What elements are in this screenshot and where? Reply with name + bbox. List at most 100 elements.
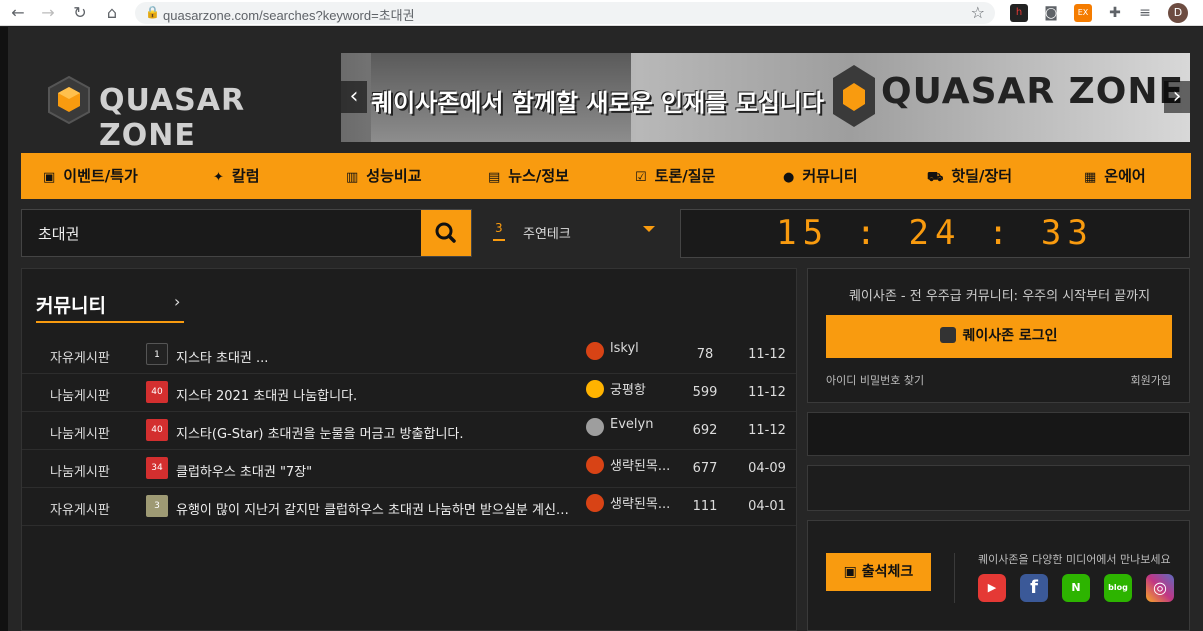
nav-item-news[interactable]: ▤ 뉴스/정보 <box>488 153 569 199</box>
rank-keyword: 주연테크 <box>523 227 571 242</box>
extension-ex-icon[interactable]: EX <box>1074 4 1092 22</box>
facebook-icon[interactable]: f <box>1020 574 1048 602</box>
author-nick[interactable]: lskyl <box>610 341 672 356</box>
post-date: 11-12 <box>748 423 786 438</box>
banner-prev-icon[interactable]: ‹ <box>341 81 367 113</box>
user-avatar-icon <box>586 418 604 436</box>
chevron-down-icon[interactable] <box>643 226 655 232</box>
board-name[interactable]: 자유게시판 <box>50 347 110 366</box>
news-icon: ▤ <box>488 170 501 185</box>
login-description: 퀘이사존 - 전 우주급 커뮤니티: 우주의 시작부터 끝까지 <box>848 289 1151 304</box>
check-chat-icon: ☑ <box>635 170 647 185</box>
nav-item-discussion[interactable]: ☑ 토론/질문 <box>635 153 715 199</box>
find-account-link[interactable]: 아이디 비밀번호 찾기 <box>826 372 924 388</box>
divider <box>954 553 955 603</box>
site-search <box>21 209 472 257</box>
nav-label: 토론/질문 <box>654 167 716 185</box>
bookmark-star-icon[interactable]: ☆ <box>971 3 985 22</box>
nav-item-benchmark[interactable]: ▥ 성능비교 <box>346 153 422 199</box>
search-input[interactable] <box>22 210 422 256</box>
nav-label: 뉴스/정보 <box>508 167 569 185</box>
view-count: 78 <box>696 347 714 362</box>
board-name[interactable]: 나눔게시판 <box>50 423 110 442</box>
nav-item-hotdeal[interactable]: ⛟ 핫딜/장터 <box>927 153 1012 199</box>
nav-item-onair[interactable]: ▦ 온에어 <box>1084 153 1146 199</box>
board-name[interactable]: 나눔게시판 <box>50 461 110 480</box>
table-row[interactable]: 나눔게시판 34 클럽하우스 초대권 "7장" 생략된목... 677 04-0… <box>22 450 796 488</box>
board-name[interactable]: 나눔게시판 <box>50 385 110 404</box>
extension-h-icon[interactable]: h <box>1010 4 1028 22</box>
search-button[interactable] <box>421 210 471 256</box>
table-row[interactable]: 자유게시판 1 지스타 초대권 ... lskyl 78 11-12 <box>22 336 796 374</box>
join-link[interactable]: 회원가입 <box>1131 372 1171 388</box>
table-row[interactable]: 나눔게시판 40 지스타(G-Star) 초대권을 눈물을 머금고 방출합니다.… <box>22 412 796 450</box>
banner-hex-icon <box>833 65 875 127</box>
attendance-box: ▣ 출석체크 퀘이사존을 다양한 미디어에서 만나보세요 ▶ f N blog … <box>807 520 1190 631</box>
satellite-icon: ✦ <box>213 170 224 185</box>
chart-icon: ▥ <box>346 170 359 185</box>
ad-slot <box>807 412 1190 456</box>
forward-arrow-icon[interactable]: → <box>38 3 58 23</box>
puzzle-icon[interactable]: ✚ <box>1106 4 1124 22</box>
community-results: 커뮤니티 › 자유게시판 1 지스타 초대권 ... lskyl 78 11-1… <box>21 268 797 631</box>
view-count: 677 <box>692 461 718 476</box>
post-date: 04-01 <box>748 499 786 514</box>
login-box: 퀘이사존 - 전 우주급 커뮤니티: 우주의 시작부터 끝까지 퀘이사존 로그인… <box>807 268 1190 403</box>
nav-label: 온에어 <box>1104 167 1146 185</box>
attendance-button[interactable]: ▣ 출석체크 <box>826 553 931 591</box>
login-button[interactable]: 퀘이사존 로그인 <box>826 315 1172 358</box>
browser-toolbar: ← → ↻ ⌂ 🔒 quasarzone.com/searches?keywor… <box>0 0 1203 26</box>
nav-item-events[interactable]: ▣ 이벤트/특가 <box>43 153 138 199</box>
author-nick[interactable]: 생략된목... <box>610 493 672 512</box>
table-row[interactable]: 나눔게시판 40 지스타 2021 초대권 나눔합니다. 궁평항 599 11-… <box>22 374 796 412</box>
url-text: quasarzone.com/searches?keyword=초대권 <box>163 8 415 23</box>
rank-number: 3 <box>493 221 505 241</box>
home-icon[interactable]: ⌂ <box>102 3 122 23</box>
lock-icon: 🔒 <box>145 5 160 19</box>
blog-icon[interactable]: blog <box>1104 574 1132 602</box>
back-arrow-icon[interactable]: ← <box>8 3 28 23</box>
left-edge <box>0 27 8 631</box>
view-count: 692 <box>692 423 718 438</box>
nav-item-column[interactable]: ✦ 칼럼 <box>213 153 260 199</box>
media-description: 퀘이사존을 다양한 미디어에서 만나보세요 <box>978 553 1171 566</box>
naver-post-icon[interactable]: N <box>1062 574 1090 602</box>
chevron-right-icon[interactable]: › <box>174 292 180 311</box>
instagram-icon[interactable]: ◎ <box>1146 574 1174 602</box>
table-row[interactable]: 자유게시판 3 유행이 많이 지난거 같지만 클럽하우스 초대권 나눔하면 받으… <box>22 488 796 526</box>
logo-text: QUASAR ZONE <box>99 83 246 153</box>
main-nav: ▣ 이벤트/특가 ✦ 칼럼 ▥ 성능비교 ▤ 뉴스/정보 ☑ 토론/질문 ● 커뮤니티 ⛟ 핫… <box>21 153 1191 199</box>
post-title[interactable]: 유행이 많이 지난거 같지만 클럽하우스 초대권 나눔하면 받으실분 계신가요? <box>176 499 576 518</box>
level-badge: 34 <box>146 457 168 479</box>
gift-icon: ▣ <box>43 170 56 185</box>
banner-next-icon[interactable]: › <box>1164 81 1190 113</box>
post-title[interactable]: 지스타 2021 초대권 나눔합니다. <box>176 385 576 404</box>
board-name[interactable]: 자유게시판 <box>50 499 110 518</box>
user-avatar-icon <box>586 380 604 398</box>
level-badge: 3 <box>146 495 168 517</box>
nav-label: 커뮤니티 <box>802 167 858 185</box>
ad-slot <box>807 465 1190 511</box>
user-avatar-icon <box>586 456 604 474</box>
post-title[interactable]: 지스타 초대권 ... <box>176 347 576 366</box>
post-title[interactable]: 지스타(G-Star) 초대권을 눈물을 머금고 방출합니다. <box>176 423 576 442</box>
youtube-icon[interactable]: ▶ <box>978 574 1006 602</box>
media-queue-icon[interactable]: ≡ <box>1136 4 1154 22</box>
nav-label: 이벤트/특가 <box>63 167 138 185</box>
post-title[interactable]: 클럽하우스 초대권 "7장" <box>176 461 576 480</box>
author-nick[interactable]: Evelyn <box>610 417 672 432</box>
author-nick[interactable]: 생략된목... <box>610 455 672 474</box>
address-bar[interactable]: 🔒 quasarzone.com/searches?keyword=초대권 ☆ <box>135 2 995 24</box>
recruit-banner[interactable]: 퀘이사존에서 함께할 새로운 인재를 모십니다 QUASAR ZONE ‹ › <box>341 53 1190 142</box>
nav-item-community[interactable]: ● 커뮤니티 <box>783 153 858 199</box>
keyword-ranking[interactable]: 3 주연테크 <box>485 209 665 257</box>
avatar[interactable]: D <box>1168 3 1188 23</box>
title-underline <box>36 321 184 323</box>
camera-icon[interactable]: ◙ <box>1042 4 1060 22</box>
site-logo[interactable]: QUASAR ZONE <box>47 75 317 153</box>
user-avatar-icon <box>586 342 604 360</box>
quasar-hex-icon <box>940 327 957 343</box>
post-date: 11-12 <box>748 347 786 362</box>
author-nick[interactable]: 궁평항 <box>610 379 672 398</box>
reload-icon[interactable]: ↻ <box>70 3 90 23</box>
